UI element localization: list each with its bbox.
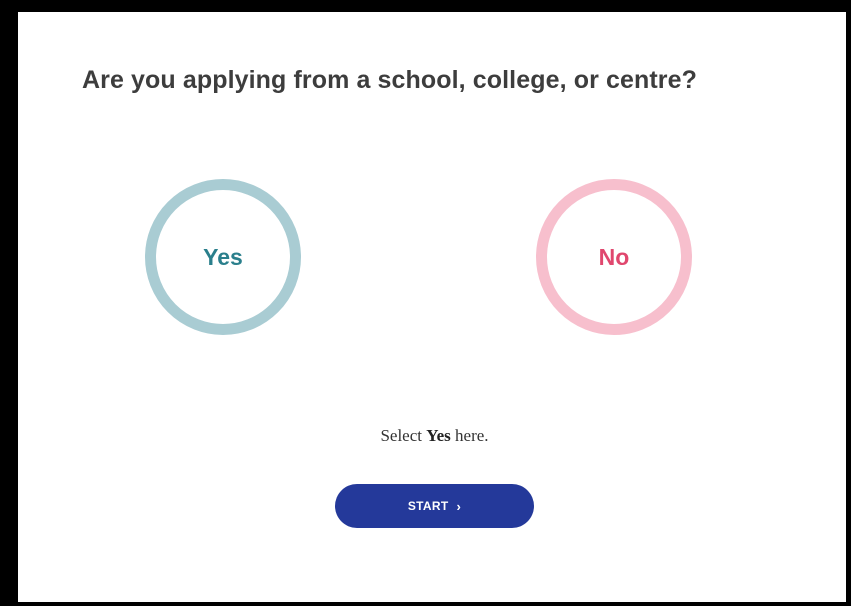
- frame-border-right: [846, 0, 851, 606]
- frame-border-left: [0, 0, 18, 606]
- chevron-right-icon: ›: [456, 498, 462, 514]
- yes-choice-button[interactable]: Yes: [145, 179, 301, 335]
- no-choice-label: No: [598, 243, 630, 270]
- no-choice-button[interactable]: No: [536, 179, 692, 335]
- start-button-label: START: [407, 499, 449, 513]
- frame-border-top: [0, 0, 851, 12]
- instruction-text: Select Yes here.: [0, 426, 851, 446]
- start-button[interactable]: START ›: [335, 484, 534, 528]
- instruction-emphasis: Yes: [426, 426, 451, 445]
- page-frame: Are you applying from a school, college,…: [0, 0, 851, 606]
- question-title: Are you applying from a school, college,…: [82, 66, 697, 94]
- yes-choice-label: Yes: [203, 243, 243, 270]
- frame-border-bottom: [0, 602, 851, 606]
- instruction-suffix: here.: [450, 426, 489, 445]
- instruction-prefix: Select: [380, 426, 427, 445]
